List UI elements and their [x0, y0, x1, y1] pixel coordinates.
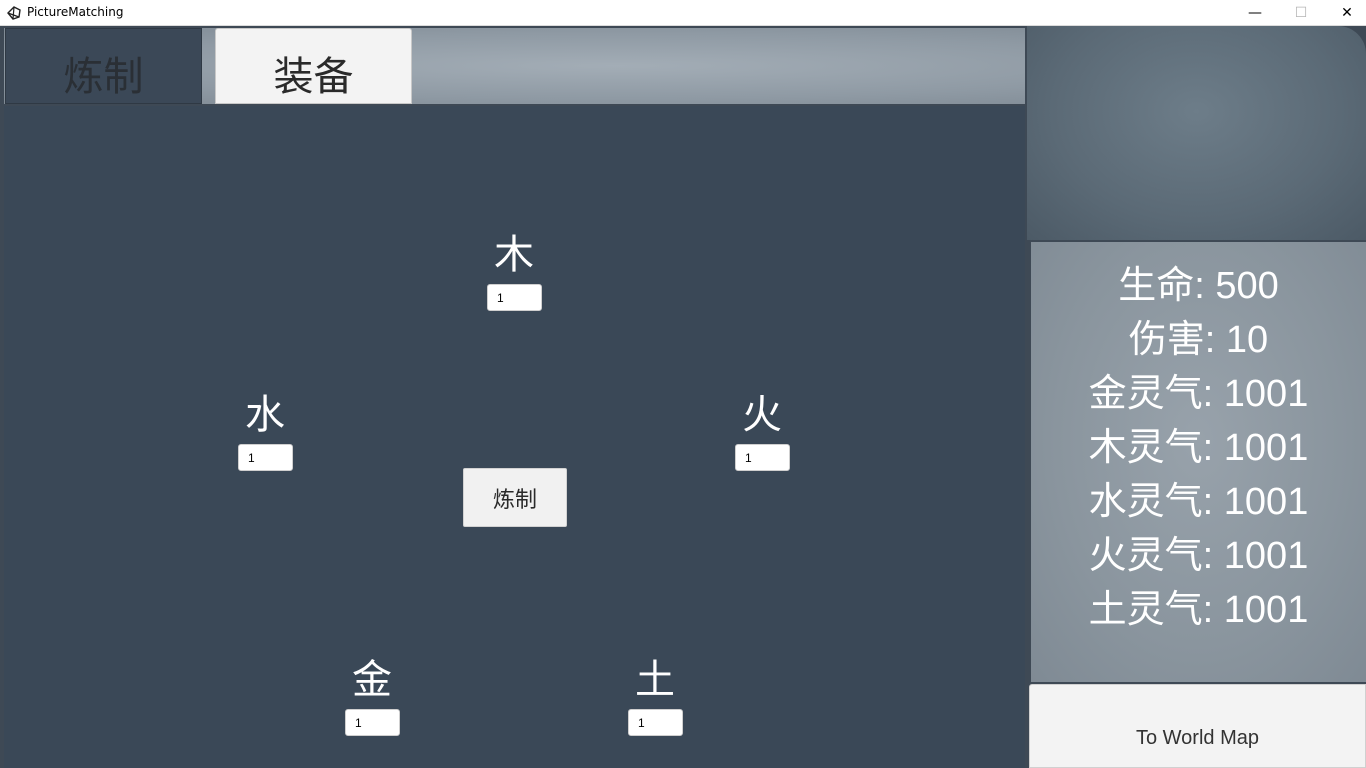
fire-input[interactable] — [735, 444, 790, 471]
stat-fire-qi: 火灵气: 1001 — [1088, 535, 1309, 577]
app-window: PictureMatching — ☐ ✕ 炼制 装备 木 水 火 金 土 炼制… — [0, 0, 1366, 768]
tab-refine[interactable]: 炼制 — [5, 28, 202, 104]
maximize-button[interactable]: ☐ — [1278, 0, 1324, 26]
stat-damage: 伤害: 10 — [1128, 319, 1269, 361]
metal-label: 金 — [352, 657, 392, 703]
unity-logo-icon — [7, 6, 21, 20]
tab-equip[interactable]: 装备 — [215, 28, 412, 104]
metal-input[interactable] — [345, 709, 400, 736]
world-map-button[interactable]: To World Map — [1029, 684, 1366, 768]
water-input[interactable] — [238, 444, 293, 471]
stat-water-qi: 水灵气: 1001 — [1088, 481, 1309, 523]
minimize-button[interactable]: — — [1232, 0, 1278, 26]
fire-label: 火 — [742, 392, 782, 438]
stats-panel: 生命: 500 伤害: 10 金灵气: 1001 木灵气: 1001 水灵气: … — [1031, 242, 1366, 682]
water-label: 水 — [245, 392, 285, 438]
window-title: PictureMatching — [27, 5, 124, 19]
stat-earth-qi: 土灵气: 1001 — [1088, 589, 1309, 631]
wood-label: 木 — [494, 232, 534, 278]
earth-input[interactable] — [628, 709, 683, 736]
title-bar: PictureMatching — ☐ ✕ — [0, 0, 1366, 26]
stat-wood-qi: 木灵气: 1001 — [1088, 427, 1309, 469]
close-button[interactable]: ✕ — [1324, 0, 1366, 26]
refine-panel — [4, 106, 1025, 768]
earth-label: 土 — [635, 657, 675, 703]
stat-metal-qi: 金灵气: 1001 — [1088, 373, 1309, 415]
refine-button[interactable]: 炼制 — [463, 468, 567, 527]
game-area: 炼制 装备 木 水 火 金 土 炼制 生命: 500 伤害: 10 金灵气: 1… — [0, 26, 1366, 768]
side-decoration — [1027, 26, 1366, 240]
wood-input[interactable] — [487, 284, 542, 311]
stat-hp: 生命: 500 — [1118, 265, 1279, 307]
